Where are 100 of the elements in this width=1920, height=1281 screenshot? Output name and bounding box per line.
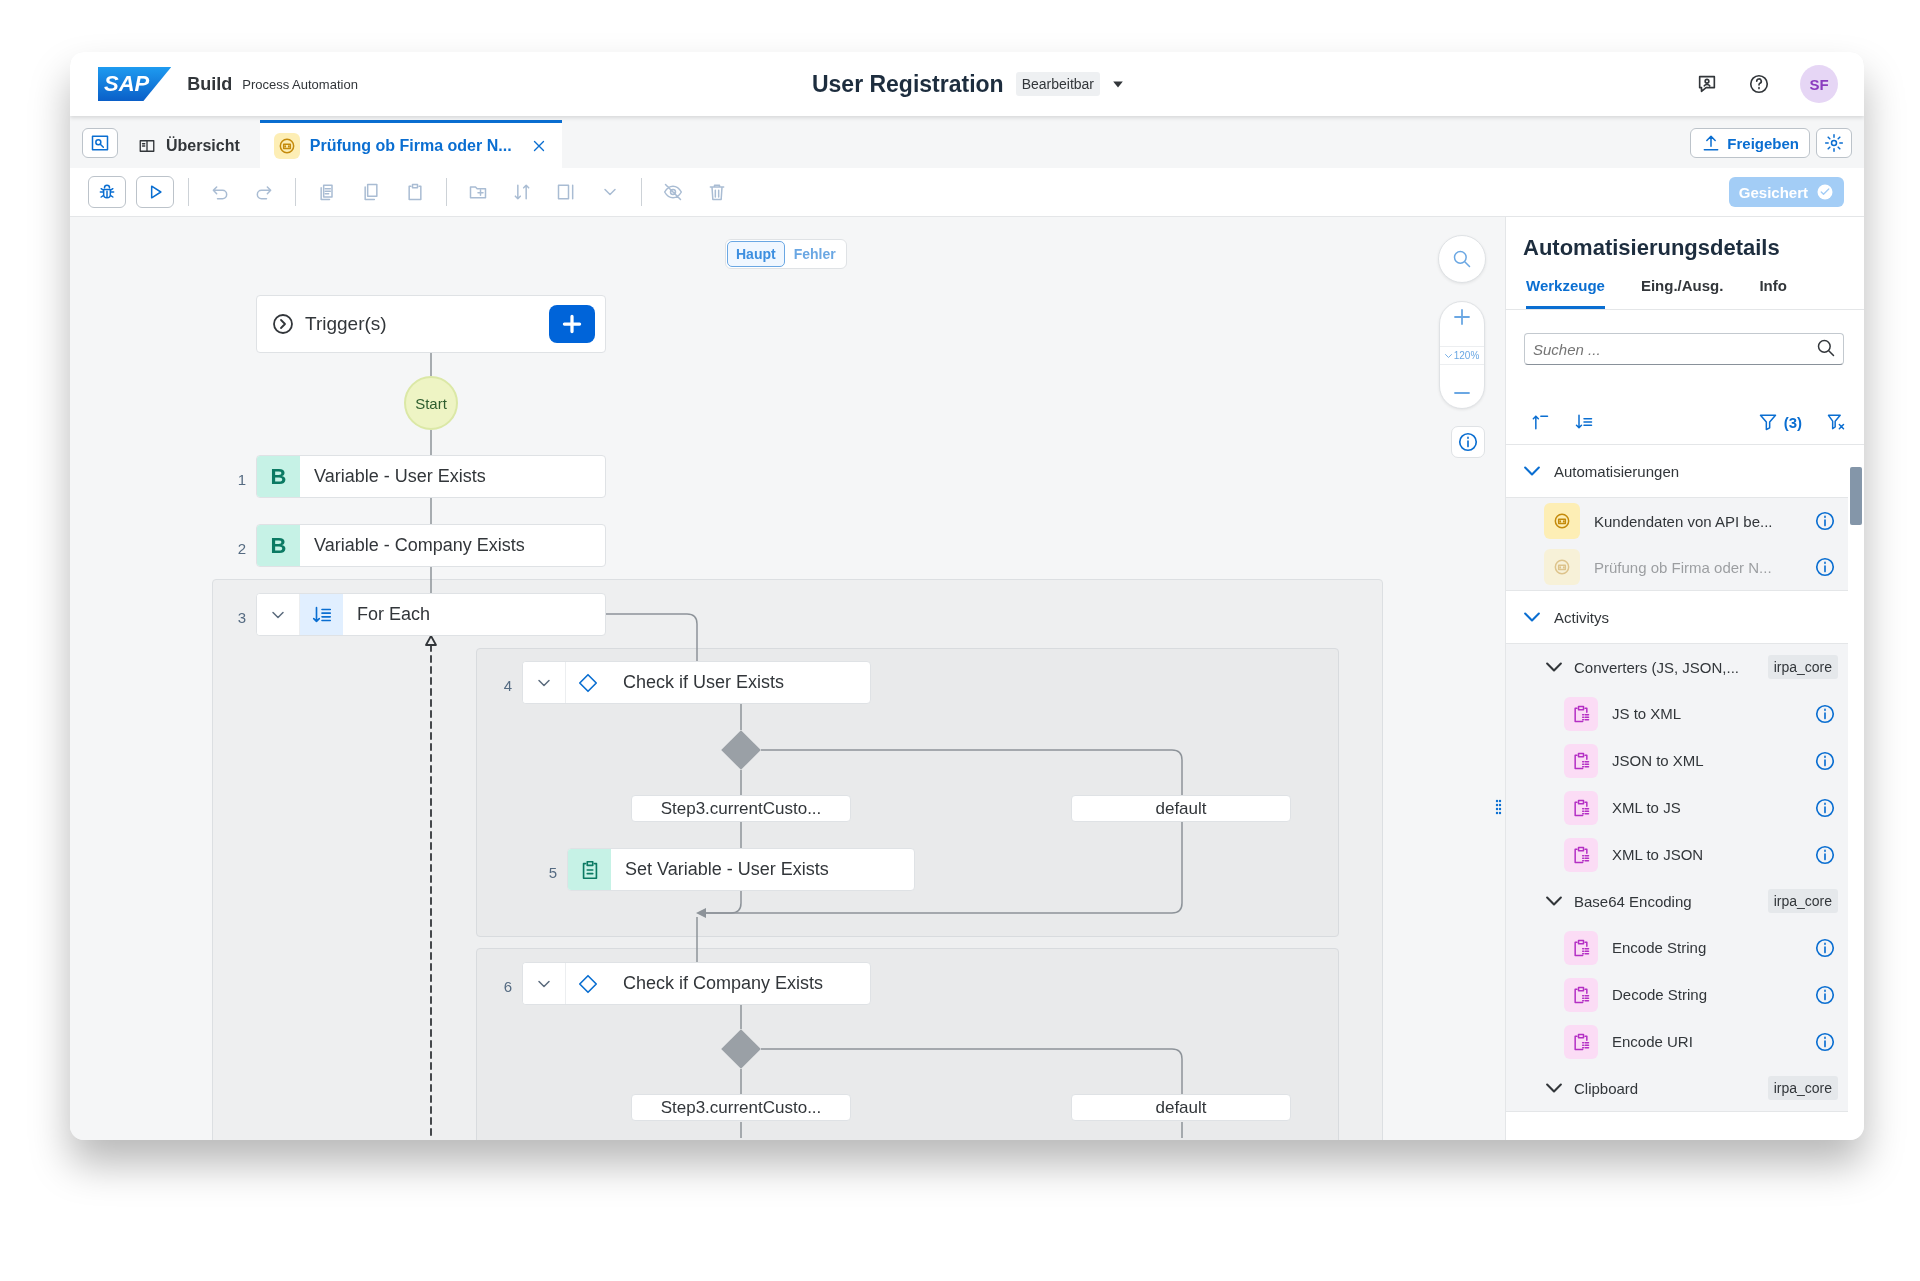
copy-icon — [361, 182, 381, 202]
item-label: Decode String — [1612, 986, 1709, 1003]
check-circle-icon — [1816, 183, 1834, 201]
tree-subgroup[interactable]: Base64 Encoding irpa_core — [1506, 878, 1848, 924]
item-label: JS to XML — [1612, 705, 1683, 722]
variable-step[interactable]: B Variable - Company Exists — [256, 524, 606, 567]
info-icon[interactable] — [1814, 983, 1836, 1006]
group-label: Converters (JS, JSON,... — [1574, 658, 1741, 676]
trash-icon — [707, 182, 727, 202]
step-number: 5 — [547, 864, 557, 881]
panel-tab[interactable]: Eing./Ausg. — [1640, 277, 1724, 309]
condition-step[interactable]: Check if User Exists — [522, 661, 871, 704]
project-title: User Registration — [811, 70, 1004, 98]
branch-condition-label[interactable]: default — [1071, 1094, 1291, 1121]
clipboard-list-icon — [1564, 1024, 1598, 1059]
connector-line — [430, 352, 432, 377]
tree-subgroup[interactable]: Clipboard irpa_core — [1506, 1065, 1848, 1111]
robot-icon — [273, 132, 300, 159]
info-icon — [1457, 431, 1479, 453]
activity-item[interactable]: Decode String — [1506, 971, 1848, 1018]
clipboard-icon — [405, 182, 425, 202]
activity-item[interactable]: XML to JS — [1506, 784, 1848, 831]
trigger-card[interactable]: Trigger(s) — [256, 295, 606, 353]
library-tag: irpa_core — [1767, 1076, 1838, 1100]
connector-line — [740, 703, 742, 731]
connector-line — [1181, 1121, 1183, 1138]
condition-step[interactable]: Check if Company Exists — [522, 962, 871, 1005]
boolean-badge: B — [257, 456, 300, 497]
connector-line — [740, 1121, 742, 1138]
boolean-badge: B — [257, 525, 300, 566]
info-icon[interactable] — [1814, 936, 1836, 959]
search-field[interactable]: Suchen ... — [1524, 333, 1844, 365]
connector-line — [740, 1068, 742, 1096]
settings-button[interactable] — [1816, 128, 1852, 158]
info-icon[interactable] — [1814, 843, 1836, 866]
group-label: Automatisierungen — [1554, 462, 1680, 480]
info-icon[interactable] — [1814, 702, 1836, 725]
activity-item[interactable]: JSON to XML — [1506, 737, 1848, 784]
status-badge: Bearbeitbar — [1015, 72, 1101, 96]
robot-icon — [1544, 503, 1580, 539]
feedback-icon[interactable] — [1696, 73, 1718, 95]
editor-tab[interactable]: Übersicht — [124, 120, 254, 168]
activity-item[interactable]: JS to XML — [1506, 690, 1848, 737]
step-number: 3 — [236, 609, 246, 626]
tree-subgroup[interactable]: Converters (JS, JSON,... irpa_core — [1506, 644, 1848, 690]
variable-step[interactable]: B Variable - User Exists — [256, 455, 606, 498]
resize-handle-icon[interactable] — [1495, 799, 1502, 815]
library-tag: irpa_core — [1767, 655, 1838, 679]
branch-condition-label[interactable]: default — [1071, 795, 1291, 822]
filter-button[interactable]: (3) — [1757, 412, 1802, 432]
automation-item[interactable]: Kundendaten von API be... — [1506, 498, 1848, 544]
step-label: Check if User Exists — [622, 671, 785, 694]
clipboard-list-icon — [1564, 696, 1598, 731]
step-label: Check if Company Exists — [622, 972, 824, 995]
activity-item[interactable]: XML to JSON — [1506, 831, 1848, 878]
activity-item[interactable]: Encode URI — [1506, 1018, 1848, 1065]
panel-tab[interactable]: Werkzeuge — [1526, 277, 1605, 309]
step-label: For Each — [356, 603, 431, 626]
branch-condition-label[interactable]: Step3.currentCusto... — [631, 795, 851, 822]
start-node: Start — [404, 376, 458, 430]
group-label: Clipboard — [1574, 1079, 1640, 1097]
sort-ascending-icon[interactable] — [1530, 412, 1550, 432]
connector-line — [740, 821, 742, 849]
loop-step[interactable]: For Each — [256, 593, 606, 636]
panel-tab[interactable]: Info — [1759, 277, 1787, 309]
step-number: 4 — [502, 677, 512, 694]
info-icon[interactable] — [1814, 796, 1836, 819]
item-label: XML to JS — [1612, 799, 1682, 816]
info-icon[interactable] — [1814, 749, 1836, 772]
group-label: Base64 Encoding — [1574, 892, 1693, 910]
automation-label: Kundendaten von API be... — [1594, 512, 1774, 530]
set-variable-step[interactable]: Set Variable - User Exists — [567, 848, 915, 891]
zoom-in-button[interactable] — [1454, 308, 1470, 326]
run-button[interactable] — [136, 176, 174, 208]
robot-icon — [1544, 549, 1580, 585]
panel-title: Automatisierungsdetails — [1522, 234, 1781, 261]
help-icon[interactable] — [1748, 73, 1770, 95]
clear-filter-icon[interactable] — [1826, 412, 1846, 432]
eye-slash-icon — [663, 182, 683, 202]
share-button[interactable]: Freigeben — [1690, 128, 1810, 158]
search-view-icon — [90, 133, 110, 153]
activity-item[interactable]: Encode String — [1506, 924, 1848, 971]
tab-label: Übersicht — [166, 136, 240, 155]
step-label: Set Variable - User Exists — [624, 858, 829, 881]
branch-condition-label[interactable]: Step3.currentCusto... — [631, 1094, 851, 1121]
info-icon[interactable] — [1814, 1030, 1836, 1053]
info-icon[interactable] — [1814, 510, 1836, 532]
brand-logo: SAP — [98, 67, 172, 101]
clipboard-list-icon — [1564, 743, 1598, 778]
info-button[interactable] — [1451, 426, 1485, 458]
search-icon[interactable] — [1816, 338, 1836, 358]
user-avatar[interactable]: SF — [1800, 65, 1838, 103]
search-view-button[interactable] — [82, 128, 118, 158]
editor-tab[interactable]: Prüfung ob Firma oder N... — [259, 120, 562, 168]
item-label: JSON to XML — [1612, 752, 1705, 769]
debug-button[interactable] — [88, 176, 126, 208]
search-icon — [1452, 249, 1472, 269]
clipboard-list-icon — [1564, 977, 1598, 1012]
filter-icon — [1757, 412, 1778, 432]
add-trigger-button[interactable] — [549, 305, 595, 343]
